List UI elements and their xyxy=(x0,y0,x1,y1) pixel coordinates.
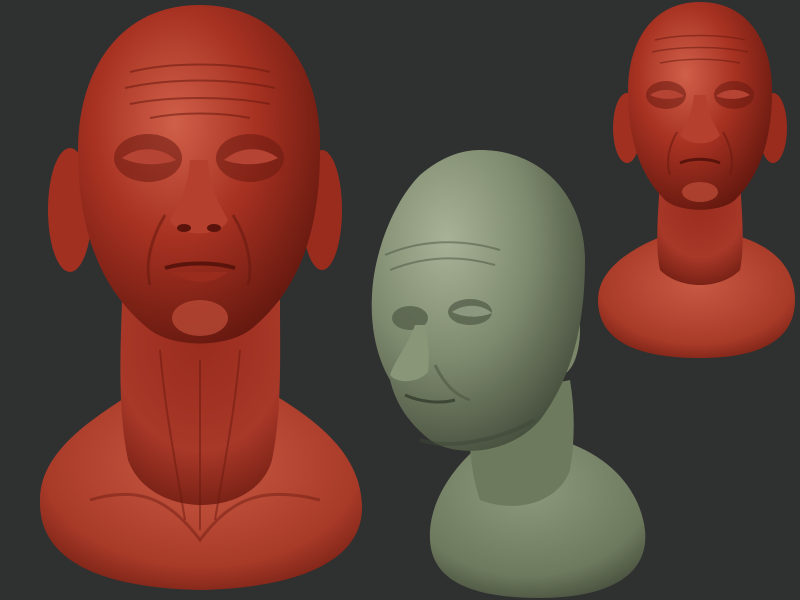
large-red-bust xyxy=(39,5,363,590)
sculpt-render-canvas xyxy=(0,0,800,600)
large-bust-chin xyxy=(172,300,228,336)
small-bust-chin xyxy=(682,182,718,202)
large-bust-nostril-right xyxy=(207,224,221,232)
sculpt-render-svg xyxy=(39,2,795,598)
large-bust-nostril-left xyxy=(177,224,191,232)
small-red-bust xyxy=(598,2,795,358)
green-bust xyxy=(371,150,646,598)
